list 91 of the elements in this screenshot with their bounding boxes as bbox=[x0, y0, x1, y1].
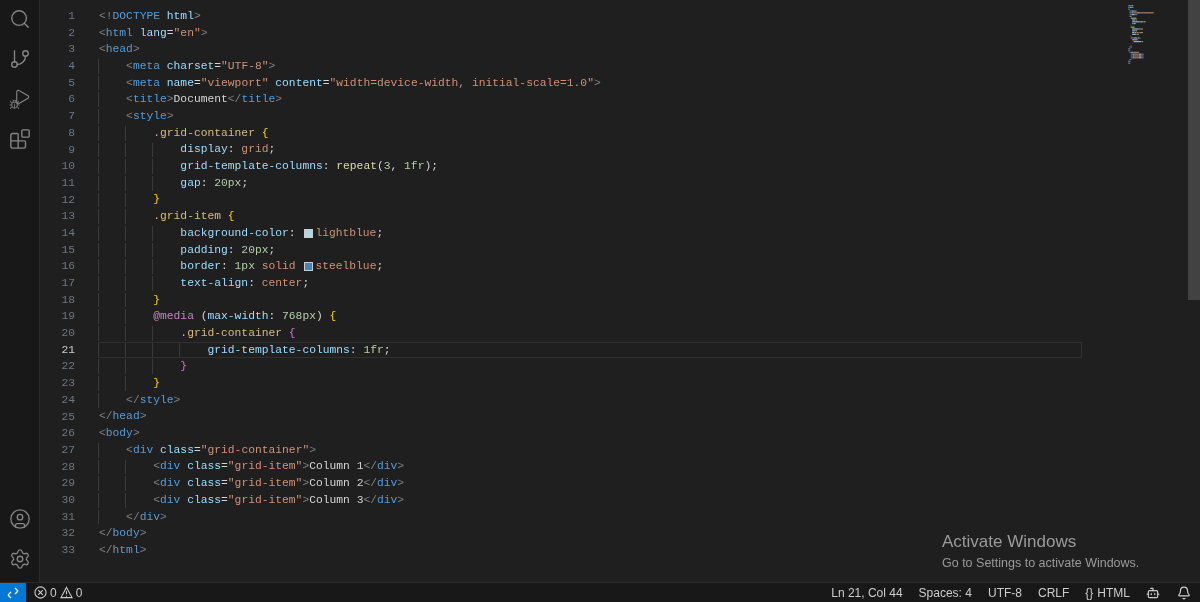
status-item[interactable]: Spaces: 4 bbox=[910, 583, 980, 602]
code-text: </div> bbox=[125, 509, 167, 525]
status-item[interactable]: UTF-8 bbox=[979, 583, 1030, 602]
code-text: <div class="grid-item">Column 2</div> bbox=[152, 476, 405, 492]
line-number: 28 bbox=[60, 459, 76, 475]
line-number: 21 bbox=[60, 342, 76, 358]
code-text: </style> bbox=[125, 392, 181, 408]
code-text: </body> bbox=[99, 526, 147, 542]
warning-icon bbox=[59, 586, 73, 599]
code-text: </html> bbox=[99, 542, 147, 558]
code-text: border: 1px solid bbox=[179, 259, 297, 275]
line-number: 18 bbox=[60, 292, 76, 308]
line-number: 29 bbox=[60, 476, 76, 492]
line-number: 25 bbox=[60, 409, 76, 425]
line-number: 5 bbox=[67, 75, 76, 91]
code-text: display: grid; bbox=[179, 142, 276, 158]
line-number: 31 bbox=[60, 509, 76, 525]
line-number: 23 bbox=[60, 376, 76, 392]
code-text: grid-template-columns: repeat(3, 1fr); bbox=[179, 159, 438, 175]
line-number: 26 bbox=[60, 426, 76, 442]
line-number: 12 bbox=[60, 192, 76, 208]
code-text: lightblue; bbox=[315, 225, 384, 241]
code-text: background-color: bbox=[179, 225, 297, 241]
line-number: 2 bbox=[67, 25, 76, 41]
status-item[interactable]: Ln 21, Col 44 bbox=[823, 583, 911, 602]
remote-icon bbox=[7, 586, 19, 599]
line-number: 10 bbox=[60, 159, 76, 175]
code-text: </head> bbox=[99, 409, 147, 425]
line-number: 13 bbox=[60, 209, 76, 225]
color-swatch[interactable] bbox=[304, 262, 314, 272]
code-text: grid-template-columns: 1fr; bbox=[206, 342, 391, 358]
settings-icon[interactable] bbox=[8, 548, 31, 570]
code-text: } bbox=[152, 192, 160, 208]
code-text: <head> bbox=[99, 42, 140, 58]
line-number: 9 bbox=[67, 142, 76, 158]
problems-button[interactable]: 0 0 bbox=[33, 583, 84, 602]
line-number: 16 bbox=[60, 259, 76, 275]
line-number: 7 bbox=[67, 109, 76, 125]
code-text: gap: 20px; bbox=[179, 175, 249, 191]
line-number: 11 bbox=[60, 175, 76, 191]
code-text: <!DOCTYPE html> bbox=[99, 8, 201, 24]
error-icon bbox=[34, 586, 47, 599]
account-icon[interactable] bbox=[8, 508, 31, 530]
line-number: 19 bbox=[60, 309, 76, 325]
status-item[interactable]: CRLF bbox=[1029, 583, 1078, 602]
code-text: <div class="grid-item">Column 1</div> bbox=[152, 459, 405, 475]
line-number: 6 bbox=[67, 92, 76, 108]
code-text: <body> bbox=[99, 426, 140, 442]
line-number: 24 bbox=[60, 392, 76, 408]
code-text: .grid-item { bbox=[152, 209, 235, 225]
line-number: 33 bbox=[60, 543, 76, 558]
line-number: 32 bbox=[60, 526, 76, 542]
search-icon[interactable] bbox=[8, 8, 31, 30]
line-number: 4 bbox=[67, 59, 76, 75]
activation-title: Activate Windows bbox=[942, 532, 1078, 552]
code-text: .grid-container { bbox=[152, 125, 269, 141]
line-number: 1 bbox=[67, 9, 76, 24]
code-text: steelblue; bbox=[315, 259, 384, 275]
code-text: } bbox=[152, 292, 160, 308]
code-text: .grid-container { bbox=[179, 325, 296, 341]
line-number: 8 bbox=[67, 125, 76, 141]
remote-button[interactable] bbox=[0, 583, 26, 602]
code-text: <div class="grid-item">Column 3</div> bbox=[152, 492, 405, 508]
scrollbar-thumb[interactable] bbox=[1188, 0, 1200, 300]
code-text: <meta name="viewport" content="width=device-width, initial-scale=1.0"> bbox=[125, 75, 601, 91]
code-text: <div class="grid-container"> bbox=[125, 442, 316, 458]
code-text: padding: 20px; bbox=[179, 242, 276, 258]
line-number: 30 bbox=[60, 492, 76, 508]
line-number: 3 bbox=[67, 42, 76, 58]
activation-subtitle: Go to Settings to activate Windows. bbox=[942, 555, 1140, 572]
copilot-icon[interactable] bbox=[1146, 585, 1160, 600]
code-text: <style> bbox=[125, 109, 174, 124]
notifications-icon[interactable] bbox=[1177, 585, 1191, 600]
line-number: 22 bbox=[60, 359, 76, 375]
color-swatch[interactable] bbox=[304, 228, 314, 238]
line-number: 14 bbox=[60, 225, 76, 241]
code-text: } bbox=[179, 359, 188, 375]
extensions-icon[interactable] bbox=[8, 128, 31, 150]
line-number: 27 bbox=[60, 442, 76, 458]
language-mode-button[interactable]: {} HTML bbox=[1077, 583, 1138, 602]
code-text: text-align: center; bbox=[179, 275, 310, 291]
code-text: <meta charset="UTF-8"> bbox=[125, 58, 276, 74]
line-number: 20 bbox=[60, 326, 76, 342]
run-debug-icon[interactable] bbox=[8, 88, 31, 110]
source-control-icon[interactable] bbox=[8, 48, 31, 70]
code-text: <html lang="en"> bbox=[99, 25, 208, 41]
line-number: 17 bbox=[60, 276, 76, 291]
line-number: 15 bbox=[60, 242, 76, 258]
code-text: } bbox=[152, 376, 160, 391]
code-text: @media (max-width: 768px) { bbox=[152, 309, 337, 325]
code-text: <title>Document</title> bbox=[125, 92, 283, 108]
